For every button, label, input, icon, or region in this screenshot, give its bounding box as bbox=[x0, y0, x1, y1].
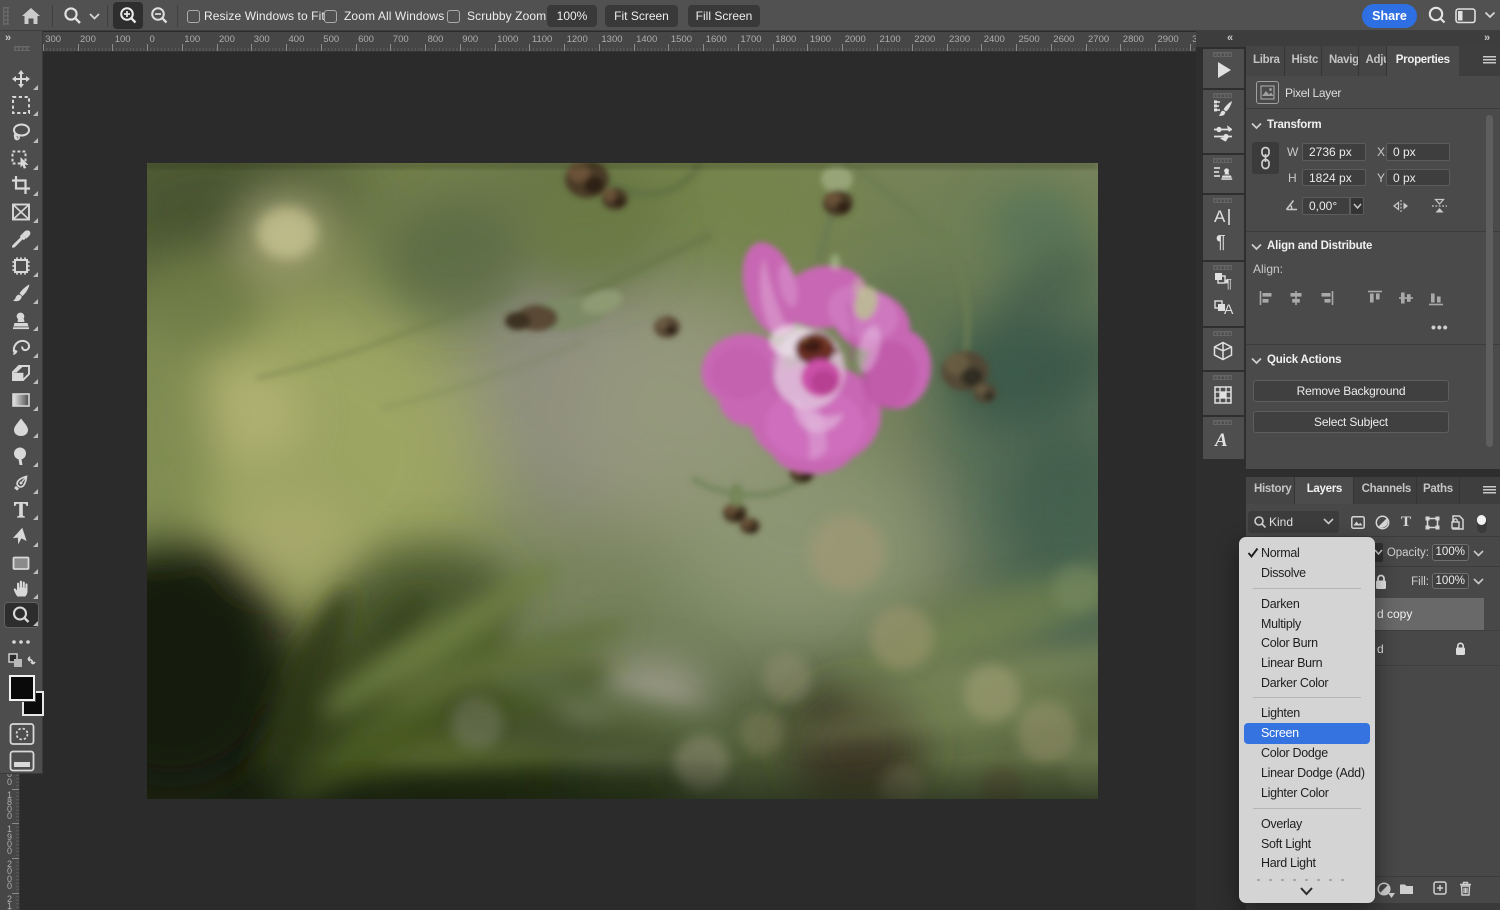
svg-text:A: A bbox=[1224, 301, 1234, 317]
svg-text:¶: ¶ bbox=[1225, 276, 1232, 291]
svg-text:A: A bbox=[1214, 430, 1228, 451]
svg-text:A: A bbox=[1214, 207, 1226, 226]
svg-text:¶: ¶ bbox=[1216, 232, 1226, 252]
